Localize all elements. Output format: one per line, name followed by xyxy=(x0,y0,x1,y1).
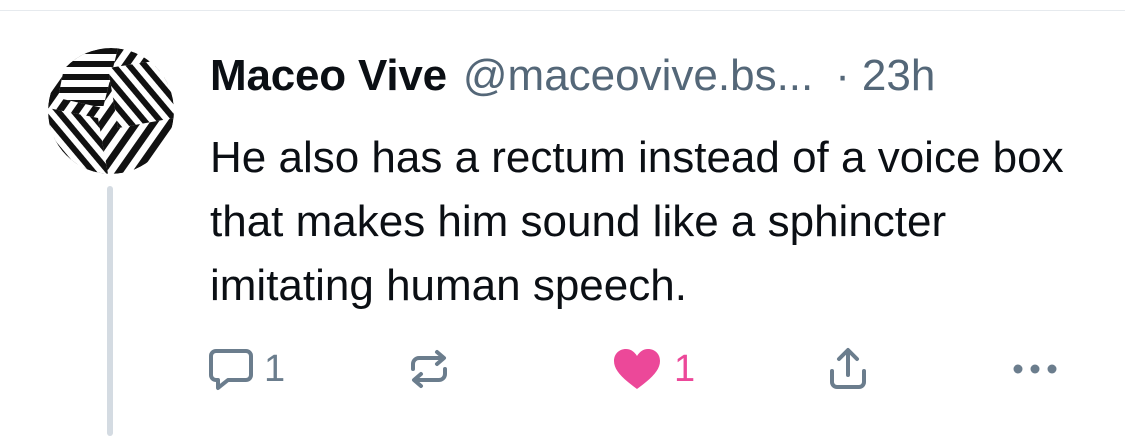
thread-line xyxy=(107,186,113,436)
share-upload-icon xyxy=(830,348,866,389)
author-handle[interactable]: @maceovive.bs... xyxy=(463,46,813,106)
more-options-button[interactable] xyxy=(1010,344,1060,394)
post-header: Maceo Vive @maceovive.bs... · 23h xyxy=(210,46,935,106)
avatar[interactable] xyxy=(48,48,174,174)
repost-button[interactable] xyxy=(403,344,455,394)
speech-bubble-icon xyxy=(209,349,253,390)
separator-dot: · xyxy=(835,51,850,100)
repost-arrows-icon xyxy=(411,350,447,388)
post-time[interactable]: 23h xyxy=(862,46,935,106)
like-count: 1 xyxy=(674,348,696,390)
share-button[interactable] xyxy=(826,344,870,394)
reply-count: 1 xyxy=(264,348,286,390)
reply-button[interactable]: 1 xyxy=(208,344,285,394)
heart-filled-icon xyxy=(614,349,660,389)
ellipsis-icon xyxy=(1013,364,1057,374)
like-button[interactable]: 1 xyxy=(612,344,695,394)
top-divider xyxy=(0,10,1125,11)
author-name[interactable]: Maceo Vive xyxy=(210,46,447,106)
post-text: He also has a rectum instead of a voice … xyxy=(210,133,1064,310)
